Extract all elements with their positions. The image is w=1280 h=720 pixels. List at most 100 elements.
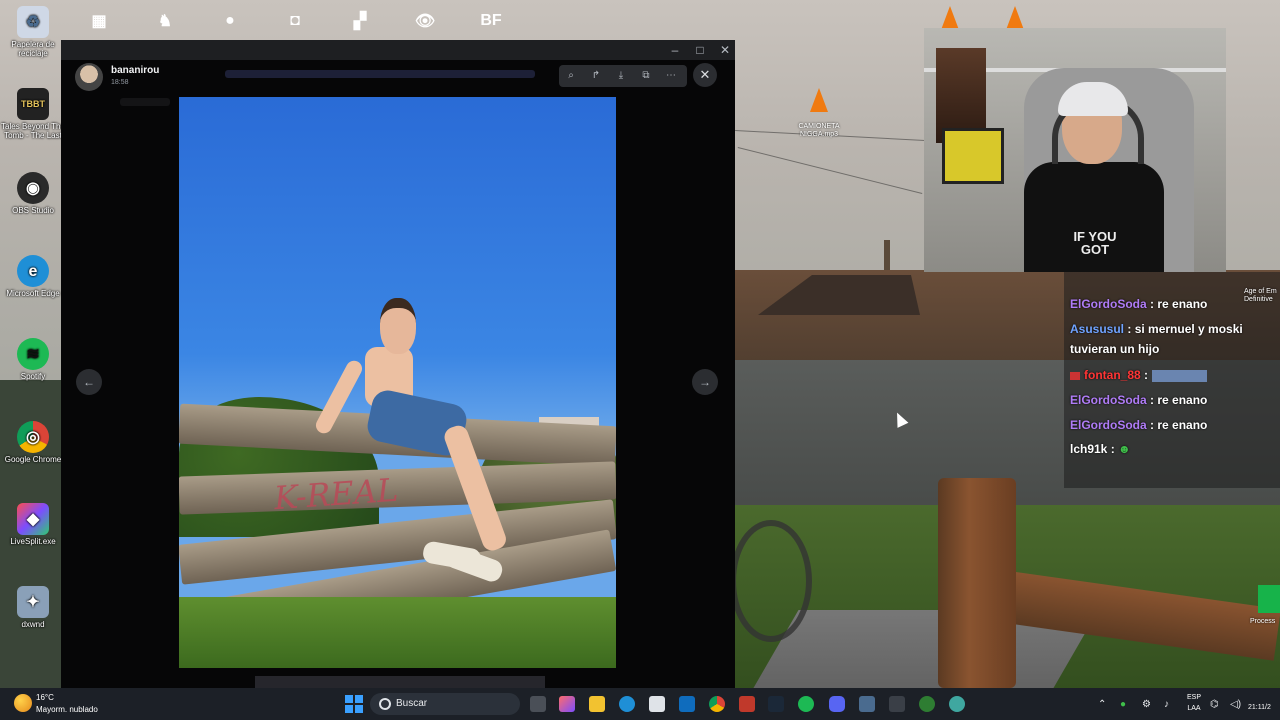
clock[interactable]: 21:11/2 bbox=[1248, 704, 1280, 711]
eye-app-icon[interactable]: 👁 bbox=[408, 4, 442, 38]
attachment-thumbnail-strip[interactable] bbox=[255, 676, 545, 688]
desktop-icon-tbbt[interactable]: TBBT Tales Beyond The Tomb - The Last bbox=[0, 84, 66, 140]
store-icon[interactable] bbox=[649, 696, 665, 712]
task-view-icon[interactable] bbox=[530, 696, 546, 712]
shirt-text: IF YOU GOT bbox=[1073, 229, 1117, 257]
desktop-icon-label: Google Chrome bbox=[4, 455, 62, 464]
copilot-icon[interactable] bbox=[559, 696, 575, 712]
file-explorer-icon[interactable] bbox=[589, 696, 605, 712]
chat-badge-icon bbox=[1070, 371, 1080, 380]
shortcut-glyph: ▦ bbox=[91, 13, 107, 30]
weather-description[interactable]: Mayorm. nublado bbox=[36, 705, 98, 714]
vlc-icon[interactable] bbox=[1006, 6, 1024, 30]
author-name[interactable]: bananirou bbox=[111, 65, 159, 76]
desktop-icon-spotify[interactable]: ≋ Spotify bbox=[0, 334, 66, 381]
bf-app-icon[interactable]: BF bbox=[474, 4, 508, 38]
blurred-text bbox=[120, 98, 170, 106]
chat-message: fontan_88 : bbox=[1070, 365, 1280, 385]
weather-icon[interactable] bbox=[14, 694, 32, 712]
desktop-icon-livesplit[interactable]: ◆ LiveSplit.exe bbox=[0, 499, 66, 546]
desktop-icon-label: Age of Em Definitive bbox=[1244, 288, 1277, 303]
chat-username: ElGordoSoda bbox=[1070, 393, 1147, 407]
tray-app-icon[interactable]: ⚙ bbox=[1142, 699, 1151, 710]
zoom-icon[interactable]: ⌕ bbox=[561, 68, 581, 84]
desktop-icon-edge[interactable]: e Microsoft Edge bbox=[0, 251, 66, 298]
desktop-icon-label: Spotify bbox=[20, 372, 46, 381]
chat-text: : bbox=[1110, 442, 1115, 456]
desktop-icon-label: Process bbox=[1250, 618, 1276, 625]
weather-temperature[interactable]: 16°C bbox=[36, 693, 54, 702]
app-taskbar-icon[interactable] bbox=[889, 696, 905, 712]
app-taskbar-icon[interactable] bbox=[949, 696, 965, 712]
spotify-taskbar-icon[interactable] bbox=[798, 696, 814, 712]
vlc-file-icon[interactable] bbox=[810, 88, 828, 112]
chrome-icon: ◎ bbox=[17, 421, 49, 453]
desktop-icon-label: OBS Studio bbox=[12, 206, 54, 215]
microphone-icon[interactable]: ♪ bbox=[1164, 699, 1169, 710]
taskbar-search-box[interactable] bbox=[370, 693, 520, 715]
volume-icon[interactable]: ◁) bbox=[1230, 699, 1241, 710]
chrome-taskbar-icon[interactable] bbox=[709, 696, 725, 712]
download-icon[interactable]: ⤓ bbox=[611, 68, 631, 84]
edge-taskbar-icon[interactable] bbox=[619, 696, 635, 712]
search-icon bbox=[379, 698, 391, 710]
language-layout[interactable]: LAA bbox=[1184, 705, 1204, 712]
app-taskbar-icon[interactable] bbox=[919, 696, 935, 712]
window-close-button[interactable]: ✕ bbox=[715, 43, 735, 57]
process-widget-icon[interactable] bbox=[1258, 585, 1280, 613]
counter-strike-icon[interactable]: ♞ bbox=[148, 4, 182, 38]
chevron-up-icon[interactable]: ⌃ bbox=[1098, 699, 1106, 710]
app-taskbar-icon[interactable] bbox=[859, 696, 875, 712]
desktop-icon-label: Tales Beyond The Tomb - The Last bbox=[1, 122, 65, 140]
tbbt-game-icon: TBBT bbox=[17, 88, 49, 120]
network-icon[interactable]: ⌬ bbox=[1210, 699, 1219, 710]
avatar[interactable] bbox=[75, 63, 103, 91]
chat-message: Asususul : si mernuel y moski tuvieran u… bbox=[1070, 319, 1280, 359]
chat-text: : bbox=[1144, 368, 1149, 382]
fl-studio-icon[interactable]: ● bbox=[213, 4, 247, 38]
spotify-icon: ≋ bbox=[17, 338, 49, 370]
obs-icon: ◉ bbox=[17, 172, 49, 204]
language-indicator[interactable]: ESP bbox=[1184, 694, 1204, 701]
chat-username: ElGordoSoda bbox=[1070, 297, 1147, 311]
maximize-button[interactable]: □ bbox=[690, 43, 710, 57]
discord-taskbar-icon[interactable] bbox=[829, 696, 845, 712]
desktop-icon-obs[interactable]: ◉ OBS Studio bbox=[0, 168, 66, 215]
livesplit-icon: ◆ bbox=[17, 503, 49, 535]
image-toolbar: ⌕ ↱ ⤓ ⧉ ⋯ bbox=[559, 65, 687, 87]
chat-emote-icon: ☻ bbox=[1118, 442, 1131, 456]
app-shortcut-icon[interactable]: ▦ bbox=[82, 4, 116, 38]
shortcut-glyph: ◘ bbox=[290, 12, 300, 29]
recycle-bin-icon: ♻ bbox=[17, 6, 49, 38]
shortcut-glyph: BF bbox=[480, 12, 502, 29]
desktop-icon-recycle-bin[interactable]: ♻ Papelera de reciclaje bbox=[0, 2, 66, 58]
tray-app-icon[interactable]: ● bbox=[1120, 699, 1126, 710]
roblox-icon[interactable]: ◘ bbox=[278, 4, 312, 38]
stream-chat-overlay: ElGordoSoda : re enano Asususul : si mer… bbox=[1064, 272, 1280, 488]
chat-text: : re enano bbox=[1150, 297, 1208, 311]
shortcut-glyph: ▞ bbox=[353, 13, 367, 30]
viewed-photo[interactable]: K-REAL bbox=[179, 97, 616, 668]
rust-icon[interactable]: ▞ bbox=[343, 4, 377, 38]
blurred-banner bbox=[225, 70, 535, 78]
desktop-icon-dxwnd[interactable]: ✦ dxwnd bbox=[0, 582, 66, 629]
rusty-pipe bbox=[938, 478, 1016, 688]
message-timestamp: 18:58 bbox=[111, 79, 129, 86]
start-button[interactable] bbox=[345, 695, 363, 713]
chat-text: : re enano bbox=[1150, 418, 1208, 432]
open-external-icon[interactable]: ⧉ bbox=[636, 68, 656, 84]
vlc-icon[interactable] bbox=[941, 6, 959, 30]
webcam-overlay: IF YOU GOT bbox=[924, 28, 1226, 272]
previous-image-button[interactable]: ← bbox=[76, 369, 102, 395]
media-app-icon[interactable] bbox=[739, 696, 755, 712]
minimize-button[interactable]: – bbox=[665, 43, 685, 57]
forward-icon[interactable]: ↱ bbox=[586, 68, 606, 84]
more-icon[interactable]: ⋯ bbox=[661, 68, 681, 84]
outlook-icon[interactable] bbox=[679, 696, 695, 712]
viewer-close-button[interactable]: ✕ bbox=[693, 63, 717, 87]
steam-icon[interactable] bbox=[768, 696, 784, 712]
search-placeholder: Buscar bbox=[396, 698, 428, 709]
desktop-icon-chrome[interactable]: ◎ Google Chrome bbox=[0, 417, 66, 464]
chat-message: lch91k : ☻ bbox=[1070, 439, 1280, 459]
next-image-button[interactable]: → bbox=[692, 369, 718, 395]
